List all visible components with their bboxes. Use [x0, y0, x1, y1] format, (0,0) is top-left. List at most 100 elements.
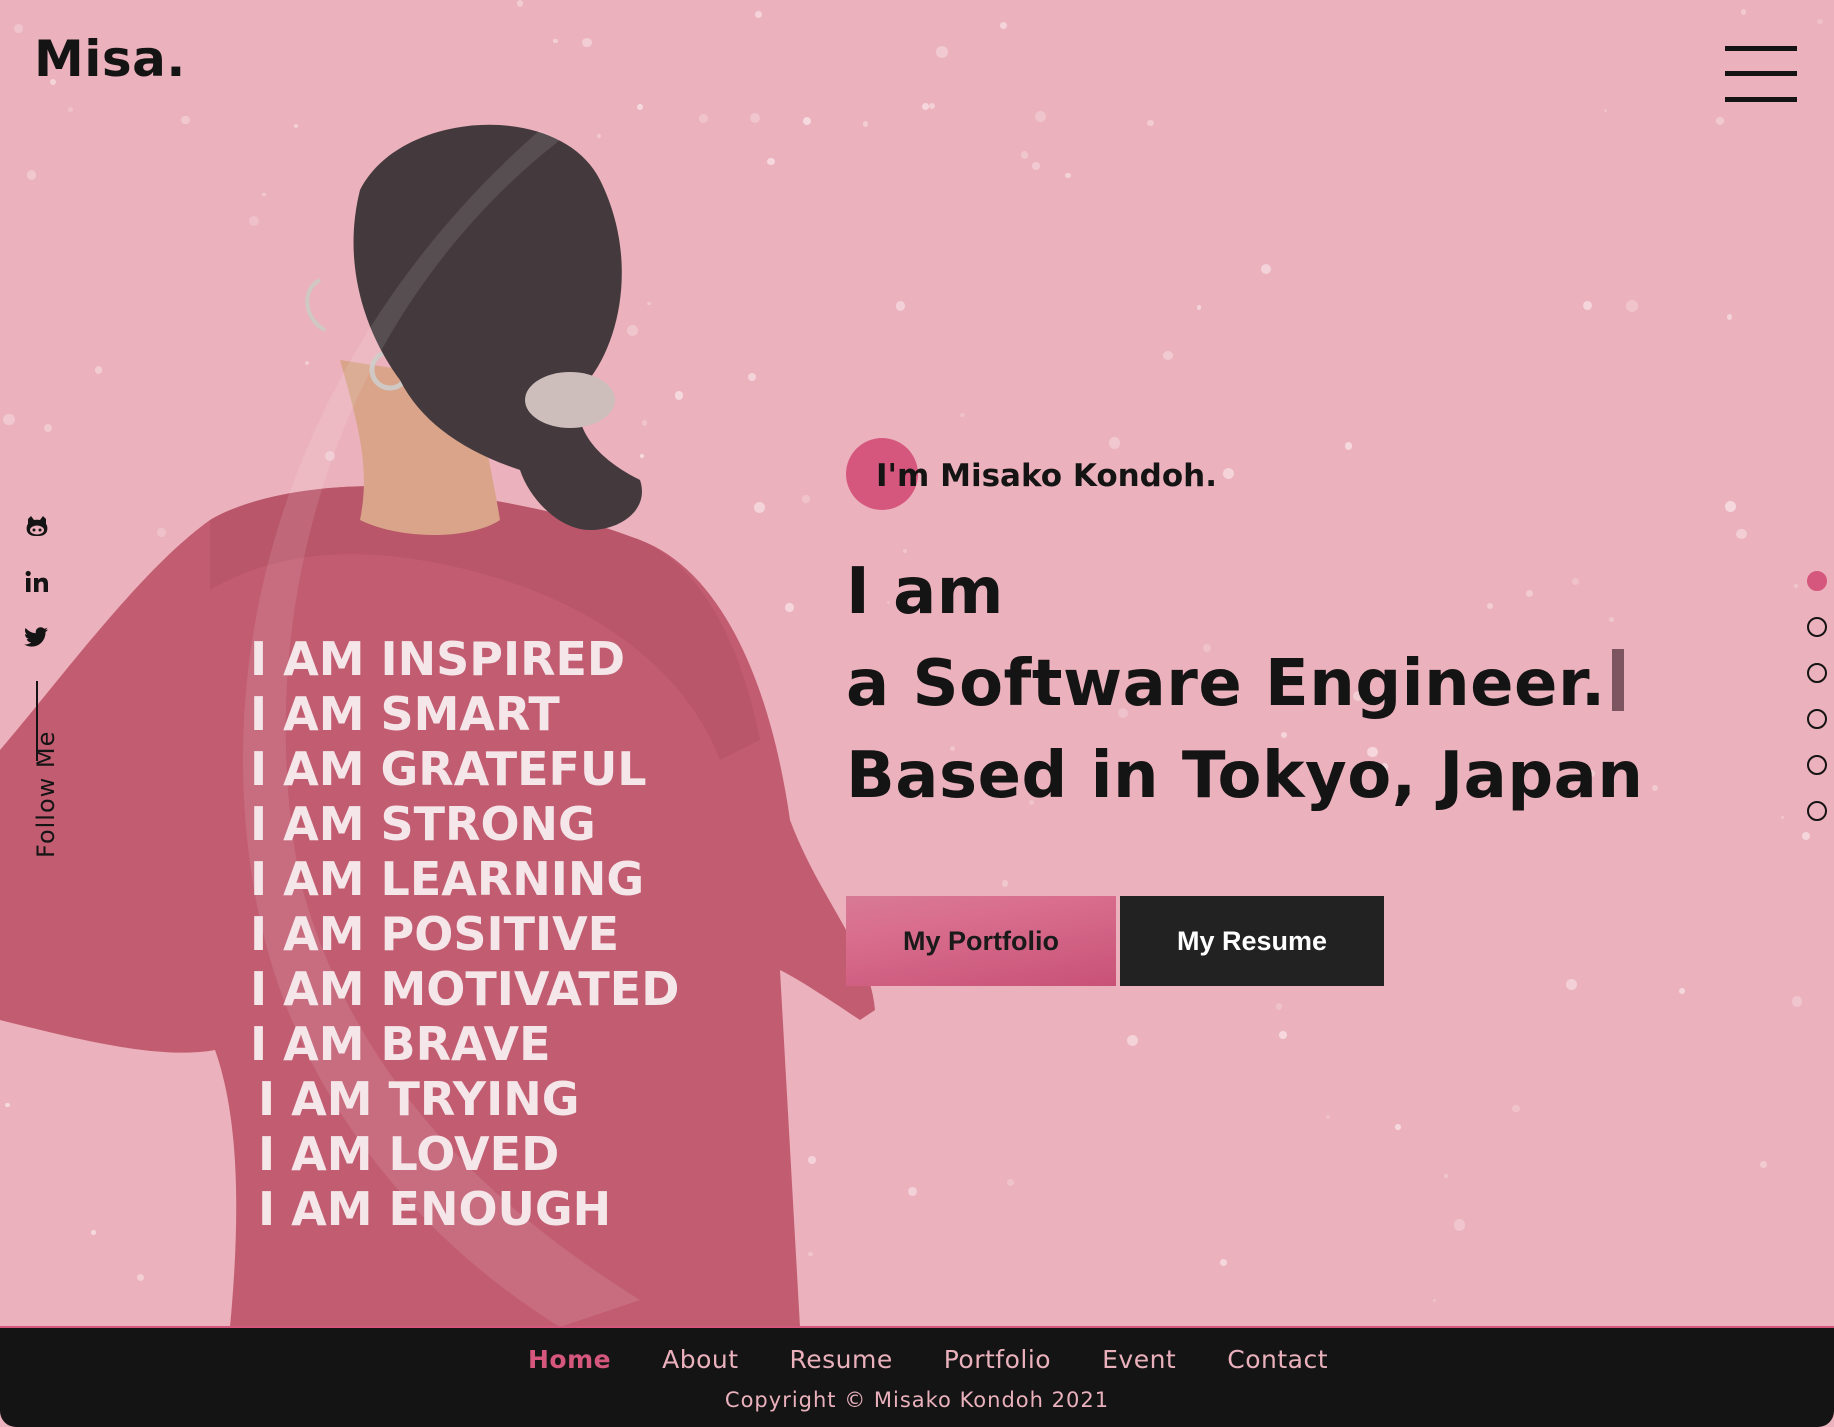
snow-dot [1582, 301, 1592, 310]
footer-nav-home[interactable]: Home [528, 1345, 611, 1374]
snow-dot [1433, 1298, 1437, 1302]
snow-dot [1793, 583, 1799, 589]
my-portfolio-button[interactable]: My Portfolio [846, 896, 1116, 986]
snow-dot [1220, 1258, 1228, 1266]
snow-dot [754, 11, 762, 19]
shirt-text-line: I AM LEARNING [250, 852, 644, 906]
snow-dot [1163, 351, 1173, 361]
snow-dot [1726, 314, 1732, 320]
section-dot-3[interactable] [1807, 663, 1827, 683]
headline-line-1: I am [846, 555, 1004, 629]
shirt-text-line: I AM POSITIVE [250, 907, 619, 961]
snow-dot [928, 102, 935, 109]
section-dot-6[interactable] [1807, 801, 1827, 821]
snow-dot [1716, 117, 1725, 125]
footer-nav-resume[interactable]: Resume [790, 1345, 893, 1374]
footer-nav-event[interactable]: Event [1102, 1345, 1176, 1374]
shirt-text-line: I AM STRONG [250, 797, 596, 851]
hero: I'm Misako Kondoh. I am a Software Engin… [846, 438, 1643, 986]
snow-dot [1007, 1179, 1015, 1187]
footer-nav-portfolio[interactable]: Portfolio [944, 1345, 1051, 1374]
intro-text: I'm Misako Kondoh. [876, 458, 1218, 494]
section-dot-5[interactable] [1807, 755, 1827, 775]
snow-dot [1791, 996, 1803, 1007]
snow-dot [1780, 815, 1784, 819]
snow-dot [1801, 832, 1810, 840]
snow-dot [1740, 9, 1747, 15]
snow-dot [1651, 784, 1658, 791]
snow-dot [1511, 1104, 1520, 1113]
menu-icon[interactable] [1725, 46, 1797, 104]
copyright: Copyright © Misako Kondoh 2021 [724, 1388, 1110, 1412]
menu-bar-top [1725, 46, 1797, 51]
section-dot-4[interactable] [1807, 709, 1827, 729]
shirt-text-line: I AM LOVED [258, 1127, 559, 1181]
headline-line-3: Based in Tokyo, Japan [846, 739, 1644, 813]
headline-typed-text: a Software Engineer. [846, 647, 1606, 721]
snow-dot [1065, 172, 1071, 179]
snow-dot [1760, 1160, 1768, 1168]
snow-dot [1279, 1031, 1287, 1039]
snow-dot [553, 38, 558, 44]
snow-dot [1603, 108, 1608, 113]
snow-dot [895, 301, 906, 311]
intro: I'm Misako Kondoh. [846, 438, 1643, 510]
menu-bar-middle [1725, 71, 1797, 76]
headline: I am a Software Engineer. Based in Tokyo… [846, 546, 1643, 822]
follow-me-label: Follow Me [32, 730, 60, 858]
snow-dot [1817, 18, 1824, 25]
section-dot-1[interactable] [1807, 571, 1827, 591]
snow-dot [68, 107, 73, 112]
shirt-text-line: I AM ENOUGH [258, 1182, 611, 1236]
snow-dot [516, 0, 524, 7]
snow-dot [1147, 119, 1154, 126]
snow-dot [1196, 305, 1202, 310]
snow-dot [1261, 263, 1272, 274]
snow-dot [582, 37, 592, 48]
linkedin-icon[interactable] [22, 569, 52, 599]
snow-dot [1127, 1035, 1139, 1047]
shirt-text-line: I AM MOTIVATED [250, 962, 679, 1016]
site-logo[interactable]: Misa. [34, 30, 186, 88]
shirt-text-line: I AM GRATEFUL [250, 742, 647, 796]
footer: Home About Resume Portfolio Event Contac… [0, 1326, 1834, 1427]
footer-nav-about[interactable]: About [662, 1345, 738, 1374]
section-nav [1806, 571, 1828, 821]
social-sidebar [22, 514, 52, 761]
footer-nav-contact[interactable]: Contact [1227, 1345, 1328, 1374]
snow-dot [1678, 987, 1686, 994]
snow-dot [1032, 162, 1041, 171]
my-resume-button[interactable]: My Resume [1120, 896, 1384, 986]
snow-dot [1453, 1219, 1466, 1231]
shirt-text-line: I AM BRAVE [250, 1017, 551, 1071]
menu-bar-bottom [1725, 97, 1797, 102]
github-icon[interactable] [22, 514, 52, 544]
snow-dot [921, 102, 929, 110]
snow-dot [1325, 1114, 1330, 1120]
section-dot-2[interactable] [1807, 617, 1827, 637]
snow-dot [1020, 151, 1029, 159]
snow-dot [1275, 1003, 1283, 1011]
hero-buttons: My Portfolio My Resume [846, 896, 1643, 986]
twitter-icon[interactable] [22, 624, 52, 654]
snow-dot [1626, 299, 1638, 312]
snow-dot [14, 23, 23, 33]
snow-dot [1443, 1174, 1448, 1179]
snow-dot [1034, 111, 1046, 123]
snow-dot [1736, 528, 1747, 540]
footer-nav: Home About Resume Portfolio Event Contac… [0, 1328, 1834, 1374]
snow-dot [1725, 500, 1737, 512]
shirt-text-line: I AM INSPIRED [250, 632, 625, 686]
snow-dot [1000, 21, 1008, 29]
page: I AM INSPIRED I AM SMART I AM GRATEFUL I AM… [0, 0, 1834, 1427]
snow-dot [936, 46, 948, 58]
snow-dot [637, 104, 644, 111]
headline-line-2: a Software Engineer. [846, 638, 1643, 730]
snow-dot [960, 412, 966, 418]
shirt-text-line: I AM TRYING [258, 1072, 579, 1126]
snow-dot [1395, 1124, 1401, 1130]
shirt-text-line: I AM SMART [250, 687, 560, 741]
typing-caret [1611, 649, 1624, 711]
snow-dot [907, 1187, 917, 1197]
profile-photo: I AM INSPIREDI AM SMARTI AM GRATEFULI AM… [0, 124, 875, 1327]
